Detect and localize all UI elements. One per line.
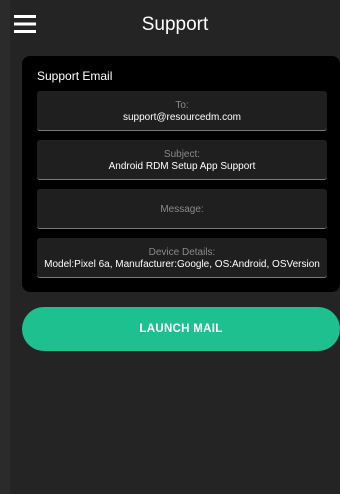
message-field[interactable]: Message:: [37, 189, 327, 229]
to-label: To:: [175, 100, 189, 111]
device-details-label: Device Details:: [148, 247, 216, 258]
subject-value: Android RDM Setup App Support: [108, 161, 256, 172]
support-email-card: Support Email To: support@resourcedm.com…: [22, 56, 340, 292]
device-details-field[interactable]: Device Details: Model:Pixel 6a, Manufact…: [37, 238, 327, 278]
to-value: support@resourcedm.com: [123, 112, 241, 123]
message-label: Message:: [160, 204, 204, 215]
page-title: Support: [141, 14, 209, 35]
to-field[interactable]: To: support@resourcedm.com: [37, 91, 327, 131]
launch-mail-button[interactable]: LAUNCH MAIL: [22, 307, 340, 351]
device-details-value: Model:Pixel 6a, Manufacturer:Google, OS:…: [44, 259, 320, 270]
subject-field[interactable]: Subject: Android RDM Setup App Support: [37, 140, 327, 180]
support-screen: Support Support Email To: support@resour…: [10, 0, 340, 494]
subject-label: Subject:: [163, 149, 201, 160]
app-bar: Support: [10, 0, 340, 52]
card-title: Support Email: [37, 69, 113, 83]
